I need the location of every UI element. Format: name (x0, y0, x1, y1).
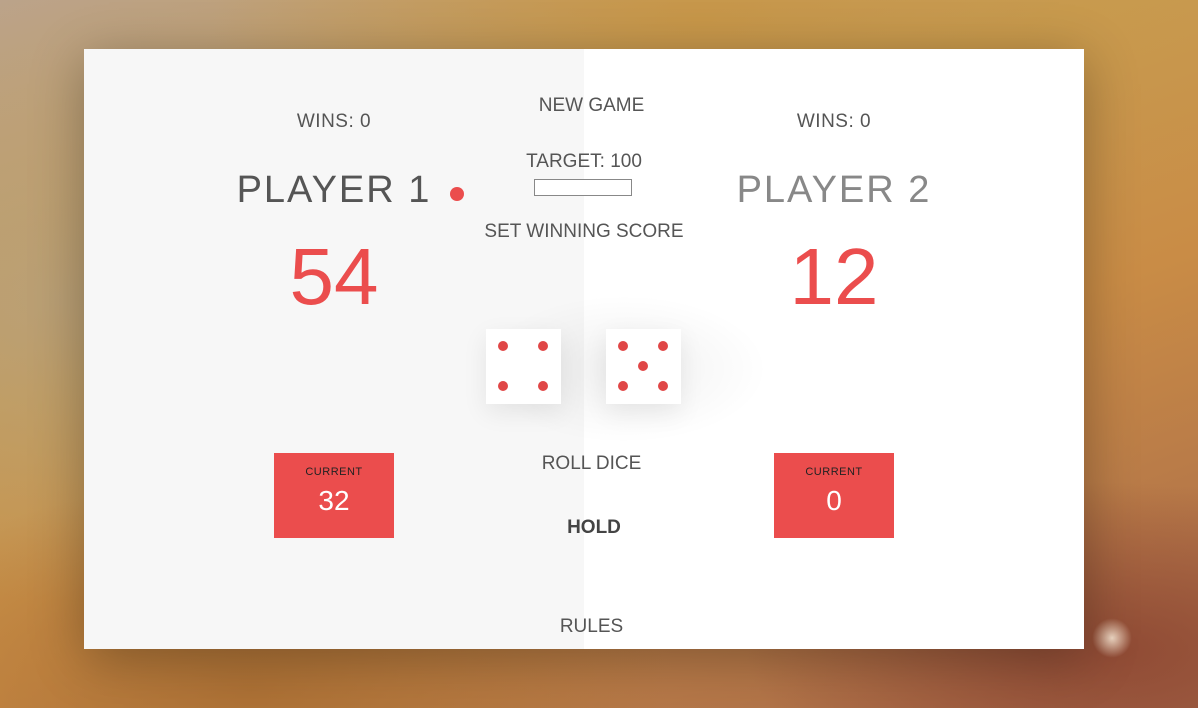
roll-dice-button[interactable]: ROLL DICE (484, 453, 699, 475)
player-1-name: PLAYER 1 (236, 169, 432, 211)
dice-1-icon (486, 329, 561, 404)
dice-pip (498, 341, 508, 351)
dice-pip (658, 341, 668, 351)
player-2-name: PLAYER 2 (736, 169, 932, 211)
new-game-button[interactable]: NEW GAME (484, 95, 699, 117)
active-player-indicator-icon (450, 187, 464, 201)
background-flare (1092, 618, 1132, 658)
player-2-current-label: CURRENT (805, 466, 863, 478)
player-2-current-value: 0 (826, 485, 842, 516)
player-1-current-label: CURRENT (305, 466, 363, 478)
dice-2-icon (606, 329, 681, 404)
player-2-current-box: CURRENT 0 (774, 453, 894, 538)
dice-pip (538, 341, 548, 351)
dice-pip (638, 361, 648, 371)
dice-pip (618, 341, 628, 351)
player-1-score: 54 (289, 232, 379, 321)
hold-button[interactable]: HOLD (484, 517, 704, 539)
winning-score-input[interactable] (534, 179, 632, 196)
dice-pip (618, 381, 628, 391)
player-1-current-value: 32 (318, 485, 350, 516)
dice-pip (498, 381, 508, 391)
rules-button[interactable]: RULES (484, 616, 699, 638)
player-1-current-box: CURRENT 32 (274, 453, 394, 538)
dice-pip (538, 381, 548, 391)
dice-pip (658, 381, 668, 391)
set-winning-score-button[interactable]: SET WINNING SCORE (484, 220, 684, 244)
target-score-label: TARGET: 100 (526, 151, 642, 172)
game-board: WINS: 0 PLAYER 1 54 CURRENT 32 WINS: 0 P… (84, 49, 1084, 649)
